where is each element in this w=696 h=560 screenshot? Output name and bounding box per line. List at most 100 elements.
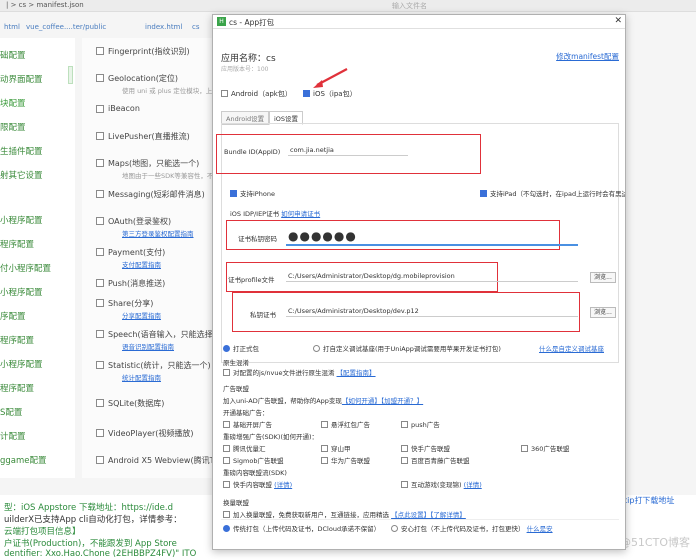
ad-enhanced-option[interactable]: 穿山甲	[321, 443, 351, 453]
content-ad-option[interactable]: 互动游戏(变现锦) (详情)	[401, 479, 482, 489]
ad-basic-option[interactable]: 悬浮红包广告	[321, 419, 370, 429]
support-ipad-checkbox[interactable]: 支持iPad（不勾选时，在ipad上运行时会有黑边）	[480, 188, 625, 198]
nav-item[interactable]: 计配置	[0, 430, 75, 444]
cert-apply-link[interactable]: 如何申请证书	[281, 210, 320, 218]
content-ad-option-label: 快手内容联盟	[233, 481, 272, 489]
nav-item[interactable]: 小程序配置	[0, 358, 75, 372]
permission-checkbox[interactable]	[96, 217, 104, 225]
permission-checkbox[interactable]	[96, 399, 104, 407]
content-ad-detail-link[interactable]: (详情)	[464, 481, 482, 489]
checkbox-unchecked	[223, 369, 230, 376]
nav-item[interactable]: ggame配置	[0, 454, 75, 468]
permission-checkbox[interactable]	[96, 279, 104, 287]
safe-package-link[interactable]: 什么是安	[527, 525, 553, 533]
nav-item[interactable]: 块配置	[0, 97, 75, 111]
ad-basic-option[interactable]: push广告	[401, 419, 440, 429]
checkbox-checked	[230, 190, 237, 197]
support-iphone-checkbox[interactable]: 支持iPhone	[230, 188, 275, 198]
cert-password-label: 证书私钥密码	[238, 235, 277, 243]
opt-formal-radio[interactable]: 打正式包	[223, 343, 259, 353]
native-mix-checkbox[interactable]: 对配置的js/nvue文件进行原生混淆 【配置指南】	[223, 367, 376, 377]
ad-basic-option-label: push广告	[411, 421, 440, 429]
manifest-config-link[interactable]: 修改manifest配置	[556, 51, 619, 62]
editor-tab[interactable]: html	[4, 23, 20, 31]
editor-tab[interactable]: index.html	[145, 23, 182, 31]
nav-item[interactable]: 限配置	[0, 121, 75, 135]
ios-checkbox[interactable]	[303, 90, 310, 97]
permission-checkbox[interactable]	[96, 456, 104, 464]
editor-tab[interactable]: vue_coffee....ter/public	[26, 23, 106, 31]
custom-base-link[interactable]: 什么是自定义调试基座	[539, 343, 604, 353]
nav-item[interactable]: 础配置	[0, 49, 75, 63]
ad-enhanced-option[interactable]: 百度百青藤广告联盟	[401, 455, 470, 465]
private-key-path-input[interactable]: C:/Users/Administrator/Desktop/dev.p12	[286, 307, 578, 317]
ad-enhanced-option[interactable]: 360广告联盟	[521, 443, 569, 453]
permission-checkbox[interactable]	[96, 132, 104, 140]
checkbox-unchecked	[223, 457, 230, 464]
nav-item[interactable]: 程序配置	[0, 382, 75, 396]
permission-guide-link[interactable]: 分享配置指南	[122, 312, 161, 320]
permission-checkbox[interactable]	[96, 361, 104, 369]
permission-checkbox[interactable]	[96, 429, 104, 437]
editor-topbar: | > cs > manifest.json 输入文件名	[0, 0, 696, 12]
ad-enhanced-option[interactable]: 华为广告联盟	[321, 455, 370, 465]
nav-item[interactable]: 小程序配置	[0, 214, 75, 228]
close-icon[interactable]: ✕	[614, 16, 622, 26]
permission-label: Statistic(统计，只能选一个)	[108, 361, 211, 370]
radio-unselected	[313, 345, 320, 352]
ad-enhanced-option-label: 百度百青藤广告联盟	[411, 457, 470, 465]
exchange-alliance-link[interactable]: 【点此设置】【了解详情】	[391, 511, 466, 519]
nav-item[interactable]: 程序配置	[0, 238, 75, 252]
editor-tab[interactable]: cs	[192, 23, 200, 31]
permission-checkbox[interactable]	[96, 330, 104, 338]
opt-formal-label: 打正式包	[233, 345, 259, 353]
ad-enhanced-option[interactable]: Sigmob广告联盟	[223, 455, 284, 465]
permission-checkbox[interactable]	[96, 74, 104, 82]
ad-basic-option[interactable]: 基础开屏广告	[223, 419, 272, 429]
permission-checkbox[interactable]	[96, 299, 104, 307]
exchange-alliance-checkbox[interactable]: 加入换量联盟，免费获取新用户，互通链接，应用精选 【点此设置】【了解详情】	[223, 509, 466, 519]
android-checkbox[interactable]	[221, 90, 228, 97]
permission-guide-link[interactable]: 统计配置指南	[122, 374, 161, 382]
ad-alliance-heading: 广告联盟	[223, 385, 249, 393]
content-ad-option[interactable]: 快手内容联盟 (详情)	[223, 479, 292, 489]
bundle-id-input[interactable]: com.jia.netjia	[288, 146, 408, 156]
checkbox-unchecked	[223, 511, 230, 518]
opt-custom-radio[interactable]: 打自定义调试基座(用于UniApp调试需要用苹果开发证书打包)	[313, 343, 501, 353]
nav-item[interactable]: 小程序配置	[0, 286, 75, 300]
permission-note: 使用 uni 或 plus 定位模块，上架	[122, 87, 219, 95]
ad-basic-heading: 开通基础广告：	[223, 409, 269, 417]
permission-checkbox[interactable]	[96, 190, 104, 198]
private-key-browse-button[interactable]: 浏览...	[590, 307, 616, 318]
nav-item[interactable]: S配置	[0, 406, 75, 420]
file-search-input[interactable]: 输入文件名	[392, 1, 427, 11]
nav-item[interactable]: 生插件配置	[0, 145, 75, 159]
platform-android[interactable]: Android（apk包）	[221, 89, 292, 99]
content-ad-detail-link[interactable]: (详情)	[274, 481, 292, 489]
nav-item[interactable]: 序配置	[0, 310, 75, 324]
permission-checkbox[interactable]	[96, 159, 104, 167]
native-mix-guide-link[interactable]: 【配置指南】	[337, 369, 376, 377]
permission-guide-link[interactable]: 第三方登录鉴权配置指南	[122, 230, 194, 238]
nav-item[interactable]: 付小程序配置	[0, 262, 75, 276]
permission-label: SQLite(数据库)	[108, 399, 165, 408]
permission-guide-link[interactable]: 支付配置指南	[122, 261, 161, 269]
traditional-package-radio[interactable]: 传统打包（上传代码及证书，DCloud承诺不保留）	[223, 523, 380, 533]
ad-enhanced-option[interactable]: 快手广告联盟	[401, 443, 450, 453]
ad-enhanced-option[interactable]: 腾讯优量汇	[223, 443, 266, 453]
permission-label: Messaging(短彩邮件消息)	[108, 190, 205, 199]
profile-path-input[interactable]: C:/Users/Administrator/Desktop/dg.mobile…	[286, 272, 578, 282]
profile-browse-button[interactable]: 浏览...	[590, 272, 616, 283]
permission-guide-link[interactable]: 语音识别配置指南	[122, 343, 174, 351]
editor-tabs: html vue_coffee....ter/public index.html…	[0, 22, 215, 36]
permission-checkbox[interactable]	[96, 248, 104, 256]
nav-item[interactable]: 动界面配置	[0, 73, 75, 87]
nav-item[interactable]: 程序配置	[0, 334, 75, 348]
permission-checkbox[interactable]	[96, 47, 104, 55]
nav-item[interactable]: 射其它设置	[0, 169, 75, 183]
ad-join-link[interactable]: 【如何开通】【加盟开通？】	[342, 397, 423, 405]
cert-password-input[interactable]: ●●●●●●	[288, 230, 357, 242]
permission-checkbox[interactable]	[96, 105, 104, 113]
manifest-section-nav: 础配置 动界面配置 块配置 限配置 生插件配置 射其它设置 小程序配置 程序配置…	[0, 38, 75, 478]
safe-package-radio[interactable]: 安心打包（不上传代码及证书，打包更快） 什么是安	[391, 523, 553, 533]
